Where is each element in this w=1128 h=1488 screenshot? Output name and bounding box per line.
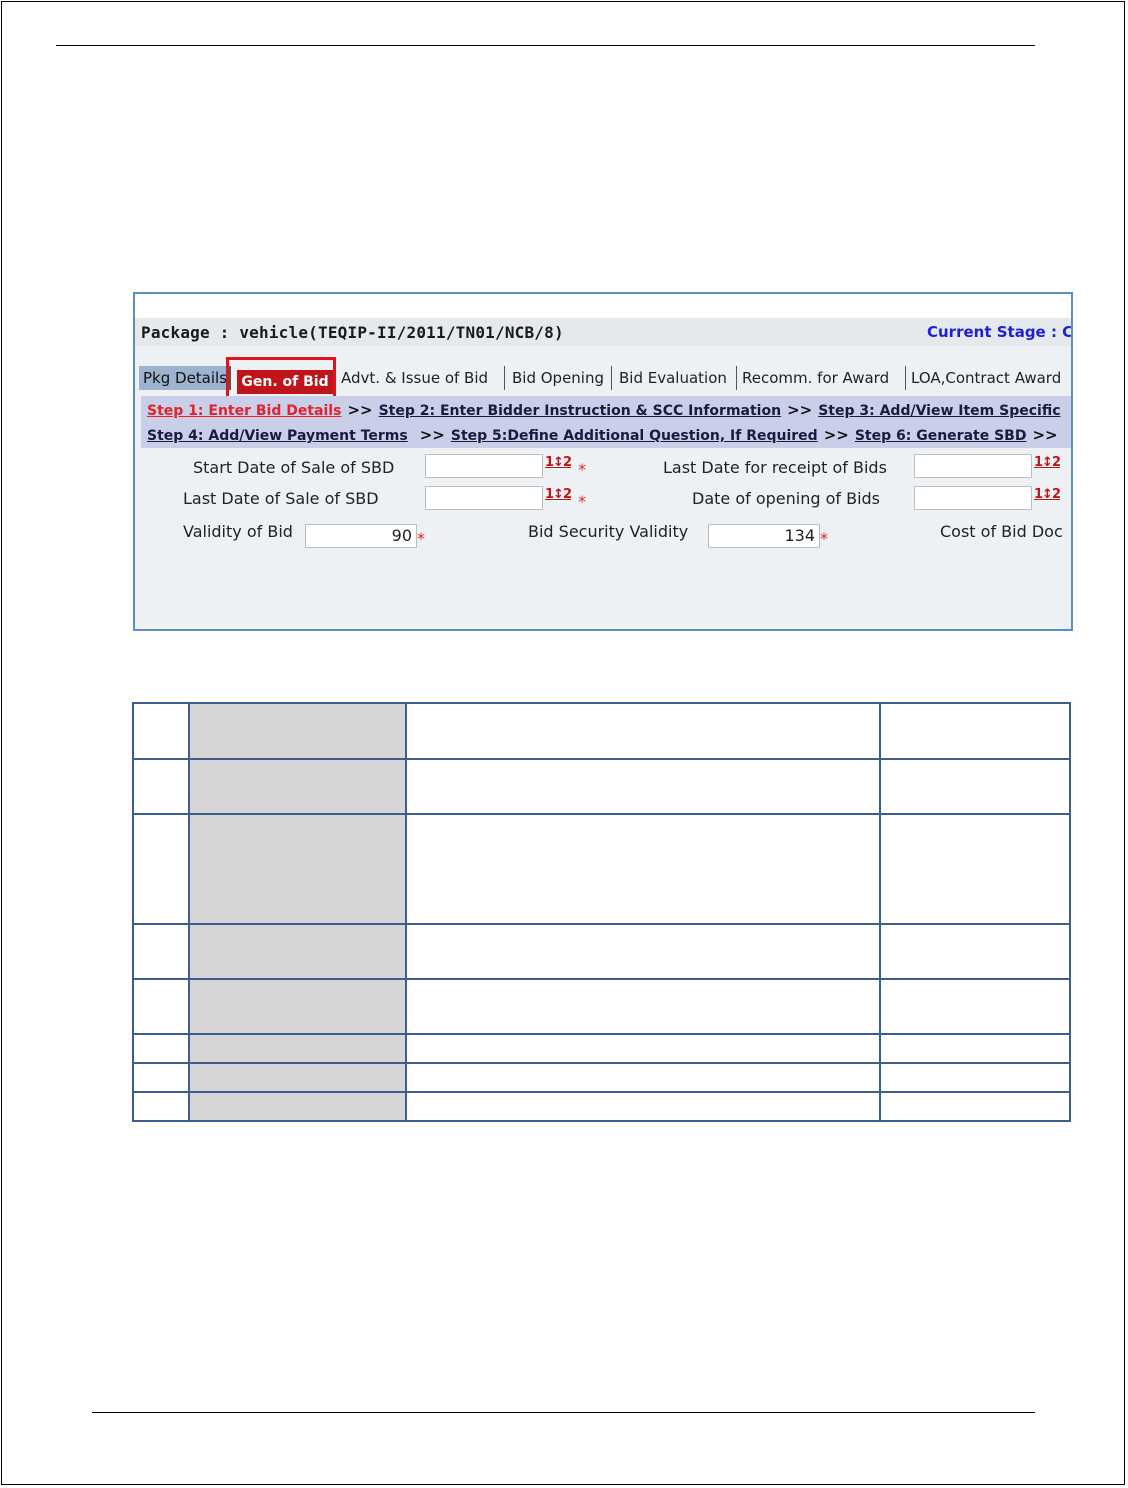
table-cell [188, 813, 407, 925]
tab-bid-evaluation[interactable]: Bid Evaluation [615, 366, 737, 390]
table-cell [405, 923, 881, 980]
table-cell [132, 1062, 190, 1093]
tab-recomm-award[interactable]: Recomm. for Award [738, 366, 906, 390]
panel-top-strip [135, 294, 1071, 318]
table-cell [879, 702, 1071, 760]
step-2-link[interactable]: Step 2: Enter Bidder Instruction & SCC I… [379, 403, 781, 419]
calendar-icon[interactable]: 1↕2 [1034, 455, 1061, 470]
start-date-sale-label: Start Date of Sale of SBD [193, 458, 395, 477]
step-arrow: >> [823, 426, 849, 444]
calendar-icon[interactable]: 1↕2 [545, 487, 572, 502]
table-cell [132, 758, 190, 815]
start-date-sale-input[interactable] [425, 454, 543, 478]
table-row [132, 758, 1071, 815]
last-date-sale-input[interactable] [425, 486, 543, 510]
tab-advt-issue[interactable]: Advt. & Issue of Bid [337, 366, 505, 390]
table-cell [188, 978, 407, 1035]
table-cell [405, 702, 881, 760]
step-6-link[interactable]: Step 6: Generate SBD [855, 428, 1027, 444]
header-rule [56, 45, 1035, 46]
table-cell [405, 978, 881, 1035]
table-cell [879, 758, 1071, 815]
table-cell [132, 1033, 190, 1064]
required-mark: * [820, 529, 828, 548]
table-cell [879, 923, 1071, 980]
table-cell [188, 702, 407, 760]
table-cell [132, 702, 190, 760]
tab-pkg-details[interactable]: Pkg Details [139, 366, 231, 390]
step-arrow: >> [787, 401, 813, 419]
table-row [132, 813, 1071, 925]
table-cell [132, 813, 190, 925]
security-validity-input[interactable]: 134 [708, 524, 820, 548]
step-4-link[interactable]: Step 4: Add/View Payment Terms [147, 428, 408, 444]
table-cell [132, 1091, 190, 1122]
footer-rule [92, 1412, 1035, 1413]
table-cell [879, 813, 1071, 925]
required-mark: * [417, 529, 425, 548]
opening-date-input[interactable] [914, 486, 1032, 510]
table-cell [879, 978, 1071, 1035]
required-mark: * [578, 460, 586, 479]
table-cell [879, 1091, 1071, 1122]
last-date-receipt-label: Last Date for receipt of Bids [663, 458, 887, 477]
table-row [132, 923, 1071, 980]
validity-input[interactable]: 90 [305, 524, 417, 548]
table-cell [188, 758, 407, 815]
validity-label: Validity of Bid [183, 522, 293, 541]
table-cell [405, 1062, 881, 1093]
step-5-link[interactable]: Step 5:Define Additional Question, If Re… [451, 428, 818, 444]
calendar-icon[interactable]: 1↕2 [545, 455, 572, 470]
tab-bid-opening[interactable]: Bid Opening [508, 366, 612, 390]
calendar-icon[interactable]: 1↕2 [1034, 487, 1061, 502]
table-cell [188, 1091, 407, 1122]
table-cell [132, 978, 190, 1035]
step-3-link[interactable]: Step 3: Add/View Item Specific [818, 403, 1060, 419]
step-arrow: >> [347, 401, 373, 419]
table-row [132, 1062, 1071, 1093]
last-date-sale-label: Last Date of Sale of SBD [183, 489, 379, 508]
table-cell [188, 1033, 407, 1064]
steps-row-1: Step 1: Enter Bid Details >> Step 2: Enter… [147, 401, 1061, 419]
table-cell [405, 1091, 881, 1122]
package-title: Package : vehicle(TEQIP-II/2011/TN01/NCB… [141, 323, 564, 342]
steps-bar: Step 1: Enter Bid Details >> Step 2: Enter… [141, 396, 1071, 448]
security-validity-label: Bid Security Validity [528, 522, 689, 541]
steps-row-2: Step 4: Add/View Payment Terms >> Step 5:D… [147, 426, 1064, 444]
step-arrow: >> [419, 426, 445, 444]
table-cell [188, 923, 407, 980]
step-arrow: >> [1032, 426, 1058, 444]
table-cell [405, 758, 881, 815]
table-cell [879, 1062, 1071, 1093]
cost-bid-doc-label: Cost of Bid Doc [940, 522, 1063, 541]
opening-date-label: Date of opening of Bids [692, 489, 881, 508]
table-row [132, 978, 1071, 1035]
step-1-link[interactable]: Step 1: Enter Bid Details [147, 403, 341, 419]
table-row [132, 1033, 1071, 1064]
table-cell [405, 813, 881, 925]
current-stage: Current Stage : C [927, 323, 1073, 341]
table-row [132, 702, 1071, 760]
table-cell [879, 1033, 1071, 1064]
required-mark: * [578, 492, 586, 511]
table-row [132, 1091, 1071, 1122]
table-cell [405, 1033, 881, 1064]
screenshot-panel: Package : vehicle(TEQIP-II/2011/TN01/NCB… [133, 292, 1073, 631]
table-cell [132, 923, 190, 980]
last-date-receipt-input[interactable] [914, 454, 1032, 478]
field-table [132, 702, 1071, 1122]
table-cell [188, 1062, 407, 1093]
package-bar: Package : vehicle(TEQIP-II/2011/TN01/NCB… [135, 318, 1071, 346]
tab-loa-contract[interactable]: LOA,Contract Award [907, 366, 1071, 390]
